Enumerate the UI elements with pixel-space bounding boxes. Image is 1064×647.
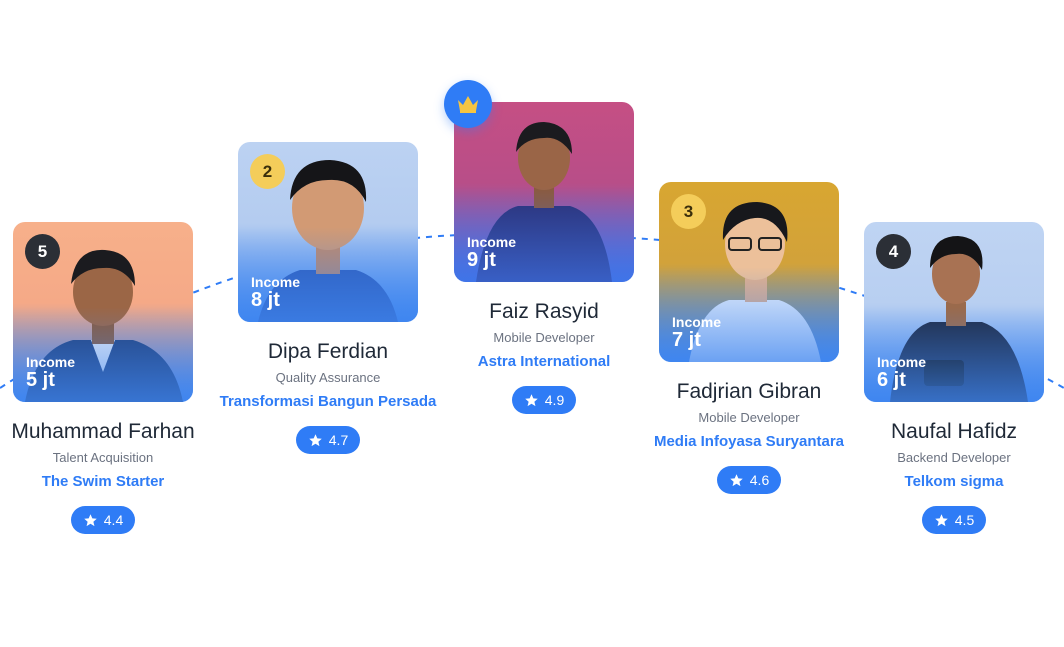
income-label: Income: [467, 234, 517, 250]
income-value: 7 jt: [672, 329, 701, 351]
rating-value: 4.7: [328, 432, 349, 448]
rating-value: 4.4: [103, 512, 124, 528]
company-link[interactable]: Media Infoyasa Suryantara: [639, 433, 859, 450]
star-icon: [730, 473, 743, 486]
profile-photo: Income 8 jt 2: [238, 142, 418, 322]
company-link[interactable]: Transformasi Bangun Persada: [218, 393, 438, 410]
profile-photo: Income 6 jt 4: [864, 222, 1044, 402]
profile-photo: Income 9 jt: [454, 102, 634, 282]
rank-badge: 5: [25, 234, 60, 269]
income-value: 6 jt: [877, 369, 906, 391]
person-role: Quality Assurance: [275, 370, 381, 385]
leaderboard-card-rank-3[interactable]: Income 7 jt 3 Fadjrian Gibran Mobile Dev…: [639, 182, 859, 494]
company-link[interactable]: The Swim Starter: [0, 473, 213, 490]
company-link[interactable]: Astra International: [434, 353, 654, 370]
star-icon: [309, 433, 322, 446]
profile-photo: Income 7 jt 3: [659, 182, 839, 362]
income-label: Income: [672, 314, 722, 330]
person-name: Muhammad Farhan: [11, 420, 195, 443]
star-icon: [84, 513, 97, 526]
rating-value: 4.9: [544, 392, 565, 408]
rank-badge: 2: [250, 154, 285, 189]
leaderboard-card-rank-1[interactable]: Income 9 jt Faiz Rasyid Mobile Developer…: [434, 80, 654, 414]
company-link[interactable]: Telkom sigma: [844, 473, 1064, 490]
income-label: Income: [877, 354, 927, 370]
leaderboard-card-rank-5[interactable]: Income 5 jt 5 Muhammad Farhan Talent Acq…: [0, 222, 213, 534]
star-icon: [525, 393, 538, 406]
rating-badge: 4.9: [511, 386, 577, 414]
person-name: Dipa Ferdian: [267, 340, 389, 363]
person-name: Naufal Hafidz: [890, 420, 1018, 443]
rating-badge: 4.4: [70, 506, 136, 534]
person-role: Backend Developer: [897, 450, 1011, 465]
star-icon: [935, 513, 948, 526]
person-role: Talent Acquisition: [52, 450, 154, 465]
income-value: 5 jt: [26, 369, 55, 391]
person-name: Fadjrian Gibran: [676, 380, 822, 403]
person-role: Mobile Developer: [493, 330, 595, 345]
rank-badge: 4: [876, 234, 911, 269]
rank-badge: 3: [671, 194, 706, 229]
person-role: Mobile Developer: [698, 410, 800, 425]
income-value: 8 jt: [251, 289, 280, 311]
income-value: 9 jt: [467, 249, 496, 271]
rating-value: 4.5: [954, 512, 975, 528]
income-label: Income: [251, 274, 301, 290]
rating-badge: 4.6: [716, 466, 782, 494]
leaderboard-card-rank-4[interactable]: Income 6 jt 4 Naufal Hafidz Backend Deve…: [844, 222, 1064, 534]
profile-photo: Income 5 jt 5: [13, 222, 193, 402]
person-name: Faiz Rasyid: [489, 300, 599, 323]
rating-badge: 4.7: [295, 426, 361, 454]
rating-badge: 4.5: [921, 506, 987, 534]
rating-value: 4.6: [749, 472, 770, 488]
crown-icon: [458, 96, 478, 113]
leaderboard-card-rank-2[interactable]: Income 8 jt 2 Dipa Ferdian Quality Assur…: [218, 142, 438, 454]
income-label: Income: [26, 354, 76, 370]
top-rank-badge: [444, 80, 492, 128]
